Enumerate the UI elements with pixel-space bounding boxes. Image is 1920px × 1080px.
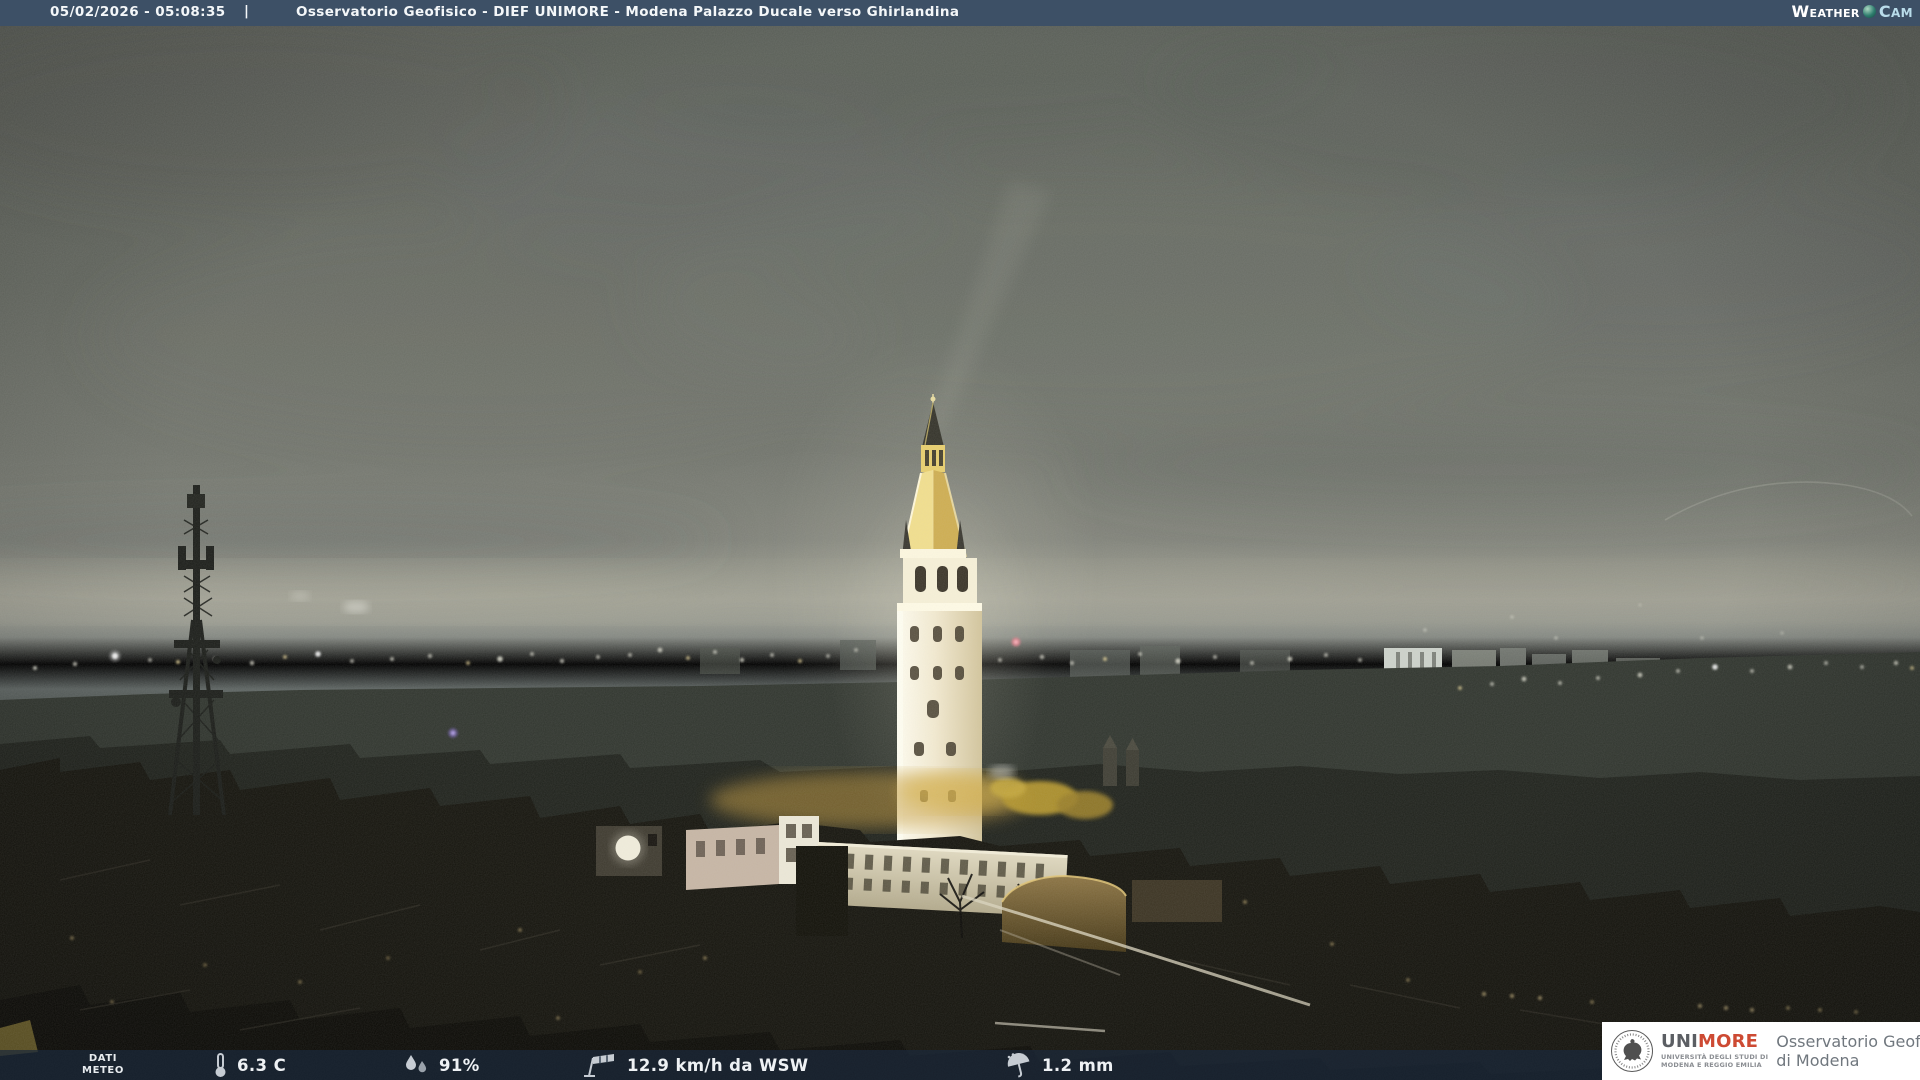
observatory-name: Osservatorio Geofisico di Modena [1776, 1032, 1920, 1070]
humidity-value: 91% [439, 1055, 480, 1075]
weathercam-dot-icon [1862, 5, 1876, 18]
wind-readout: 12.9 km/h da WSW [582, 1050, 809, 1080]
noise-overlay [0, 0, 1920, 1080]
rain-value: 1.2 mm [1042, 1055, 1114, 1075]
weather-data-label: DATI METEO [82, 1053, 124, 1076]
unimore-wordmark: UNIMORE UNIVERSITÀ DEGLI STUDI DI MODENA… [1661, 1031, 1769, 1069]
unimore-logo-box: UNIMORE UNIVERSITÀ DEGLI STUDI DI MODENA… [1602, 1022, 1920, 1080]
title-bar: 05/02/2026 - 05:08:35 | Osservatorio Geo… [0, 0, 1920, 26]
webcam-page: 05/02/2026 - 05:08:35 | Osservatorio Geo… [0, 0, 1920, 1080]
umbrella-icon [1007, 1053, 1030, 1078]
wind-value: 12.9 km/h da WSW [627, 1055, 809, 1075]
timestamp: 05/02/2026 - 05:08:35 [50, 4, 226, 20]
page-title: Osservatorio Geofisico - DIEF UNIMORE - … [296, 4, 960, 20]
humidity-drops-icon [406, 1055, 427, 1073]
thermometer-icon [215, 1053, 226, 1077]
temperature-value: 6.3 C [237, 1055, 287, 1075]
webcam-photo [0, 0, 1920, 1080]
seal-figure [1623, 1039, 1642, 1061]
rain-readout: 1.2 mm [1005, 1050, 1114, 1080]
windsock-icon [584, 1054, 614, 1077]
unimore-seal-icon [1611, 1030, 1653, 1072]
weathercam-logo: WEATHER CAM [1791, 2, 1913, 21]
separator: | [244, 3, 250, 19]
temperature-readout: 6.3 C [212, 1050, 286, 1080]
humidity-readout: 91% [402, 1050, 480, 1080]
